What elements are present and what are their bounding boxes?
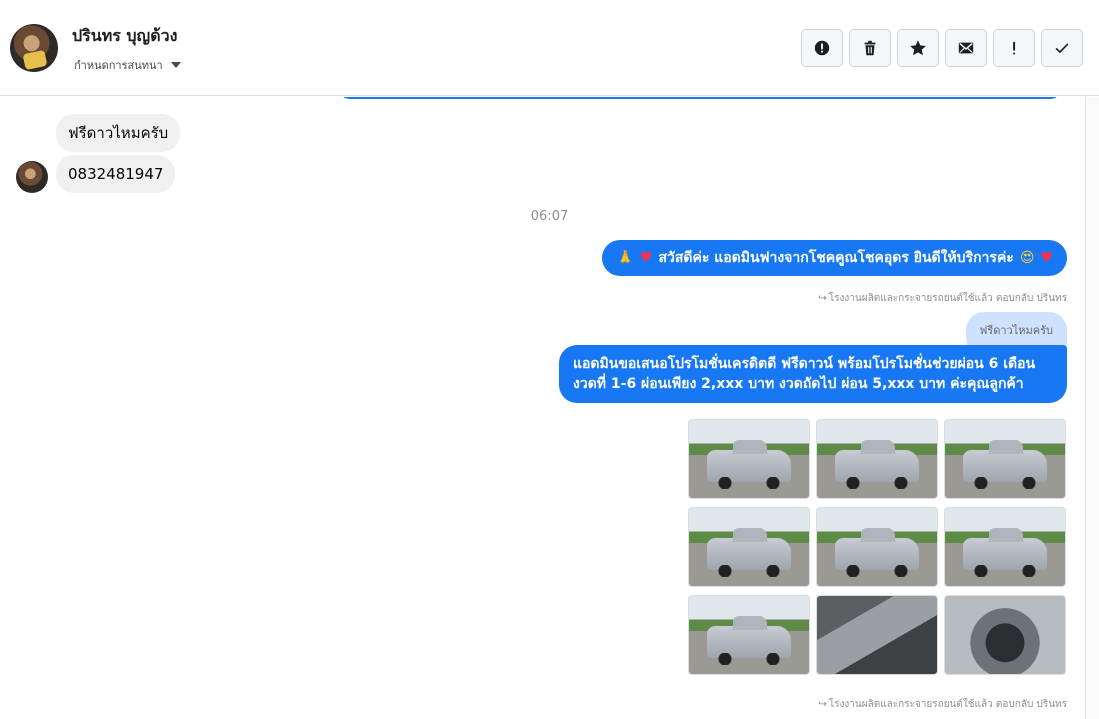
sender-avatar[interactable] bbox=[16, 161, 48, 193]
done-button[interactable] bbox=[1041, 29, 1083, 67]
contact-name[interactable]: ปรินทร บุญด้วง bbox=[72, 24, 177, 49]
mark-unread-button[interactable] bbox=[945, 29, 987, 67]
outgoing-promo-message[interactable]: แอดมินขอเสนอโปรโมชั่นเครดิตดี ฟรีดาวน์ พ… bbox=[559, 345, 1067, 403]
delete-button[interactable] bbox=[849, 29, 891, 67]
car-shape bbox=[963, 440, 1047, 489]
exclamation-icon bbox=[1013, 41, 1016, 55]
promo-text-line: แอดมินขอเสนอโปรโมชั่นเครดิตดี ฟรีดาวน์ พ… bbox=[573, 356, 1036, 372]
reply-indicator: ↪ โรงงานผลิตและกระจายรถยนต์ใช้แล้ว ตอบกล… bbox=[818, 291, 1067, 306]
conversation-dropdown[interactable]: กำหนดการสนทนา bbox=[74, 56, 181, 74]
star-icon bbox=[910, 40, 926, 56]
incoming-message[interactable]: ฟรีดาวไหมครับ bbox=[56, 114, 181, 152]
car-shape bbox=[963, 528, 1047, 577]
reply-arrow-icon: ↪ bbox=[818, 293, 827, 304]
car-photo[interactable] bbox=[688, 507, 810, 587]
reply-note-text: โรงงานผลิตและกระจายรถยนต์ใช้แล้ว ตอบกลับ… bbox=[828, 699, 1067, 710]
car-shape bbox=[835, 528, 919, 577]
reply-indicator: ↪ โรงงานผลิตและกระจายรถยนต์ใช้แล้ว ตอบกล… bbox=[818, 697, 1067, 712]
messenger-app: ปรินทร บุญด้วง กำหนดการสนทนา ฟรีดาวไหมคร… bbox=[0, 0, 1099, 719]
trash-icon bbox=[864, 40, 876, 56]
car-shape bbox=[707, 440, 791, 489]
car-photo[interactable] bbox=[688, 419, 810, 499]
car-shape bbox=[707, 616, 791, 665]
pray-emoji-icon: 🙏 bbox=[616, 250, 634, 266]
star-button[interactable] bbox=[897, 29, 939, 67]
car-shape bbox=[707, 528, 791, 577]
car-photo[interactable] bbox=[944, 507, 1066, 587]
car-photo[interactable] bbox=[688, 595, 810, 675]
check-icon bbox=[1055, 43, 1069, 54]
scrollbar[interactable] bbox=[1085, 97, 1099, 719]
contact-avatar[interactable] bbox=[10, 24, 58, 72]
previous-message-bubble bbox=[338, 97, 1062, 99]
header-actions bbox=[801, 29, 1083, 67]
caret-down-icon bbox=[170, 62, 181, 68]
important-button[interactable] bbox=[993, 29, 1035, 67]
promo-text-line: งวดที่ 1-6 ผ่อนเพียง 2,xxx บาท งวดถัดไป … bbox=[573, 376, 1024, 392]
car-shape bbox=[835, 440, 919, 489]
heart-emoji-icon: ♥ bbox=[639, 250, 653, 266]
car-photo[interactable] bbox=[816, 507, 938, 587]
conversation-header: ปรินทร บุญด้วง กำหนดการสนทนา bbox=[0, 0, 1099, 96]
reply-arrow-icon: ↪ bbox=[818, 699, 827, 710]
heart-emoji-icon: ♥ bbox=[1040, 250, 1053, 266]
smile-hearts-emoji-icon: 😍 bbox=[1019, 250, 1035, 266]
car-photo[interactable] bbox=[816, 419, 938, 499]
reply-note-text: โรงงานผลิตและกระจายรถยนต์ใช้แล้ว ตอบกลับ… bbox=[828, 293, 1067, 304]
message-thread[interactable]: ฟรีดาวไหมครับ 0832481947 06:07 🙏 ♥ สวัสด… bbox=[0, 97, 1099, 719]
outgoing-greeting-message[interactable]: 🙏 ♥ สวัสดีค่ะ แอดมินฟางจากโชคคูณโชคอุดร … bbox=[602, 240, 1067, 276]
spam-button[interactable] bbox=[801, 29, 843, 67]
message-timestamp: 06:07 bbox=[530, 209, 569, 224]
photo-gallery bbox=[688, 419, 1066, 675]
greeting-text: สวัสดีค่ะ แอดมินฟางจากโชคคูณโชคอุดร ยินด… bbox=[658, 250, 1014, 266]
car-photo[interactable] bbox=[944, 419, 1066, 499]
car-engine-photo[interactable] bbox=[944, 595, 1066, 675]
envelope-icon bbox=[958, 42, 974, 54]
car-interior-photo[interactable] bbox=[816, 595, 938, 675]
incoming-message[interactable]: 0832481947 bbox=[56, 155, 176, 193]
alert-circle-icon bbox=[814, 40, 830, 56]
conversation-label: กำหนดการสนทนา bbox=[74, 59, 163, 72]
